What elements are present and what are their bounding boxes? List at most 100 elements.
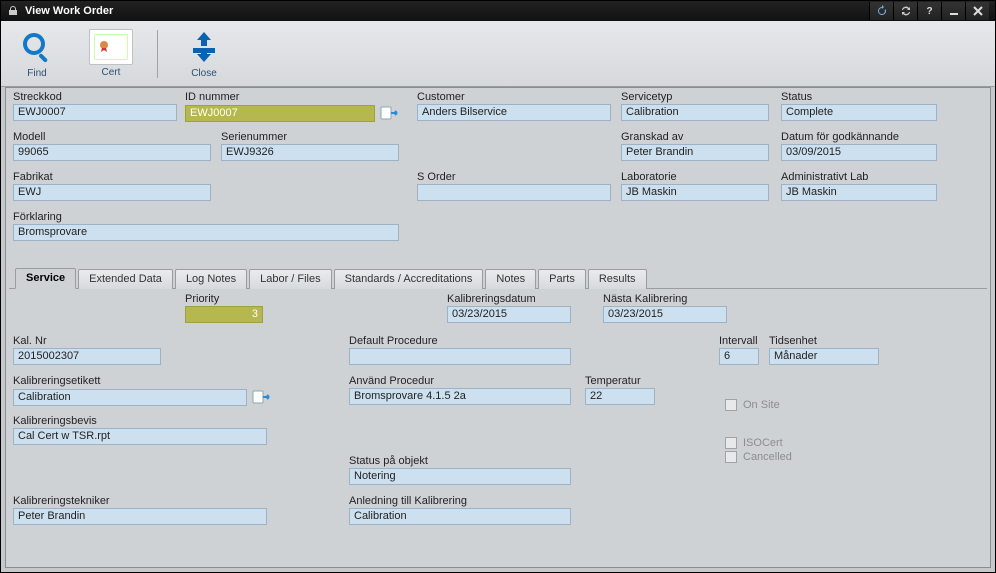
temperatur-input[interactable]: 22 [585, 388, 655, 405]
customer-label: Customer [417, 91, 611, 103]
fabrikat-label: Fabrikat [13, 171, 211, 183]
tidsenhet-label: Tidsenhet [769, 335, 879, 347]
admin-lab-label: Administrativt Lab [781, 171, 937, 183]
on-site-checkbox[interactable]: On Site [725, 399, 792, 411]
laboratorie-label: Laboratorie [621, 171, 769, 183]
close-icon [185, 28, 223, 66]
s-order-label: S Order [417, 171, 611, 183]
isocert-label: ISOCert [743, 437, 783, 449]
find-label: Find [27, 68, 46, 79]
anv-procedur-label: Använd Procedur [349, 375, 571, 387]
modell-input[interactable]: 99065 [13, 144, 211, 161]
tab-parts[interactable]: Parts [538, 269, 586, 289]
close-button[interactable]: Close [176, 28, 232, 79]
servicetyp-input[interactable]: Calibration [621, 104, 769, 121]
checkbox-icon [725, 451, 737, 463]
titlebar: View Work Order ? [1, 1, 995, 21]
laboratorie-input[interactable]: JB Maskin [621, 184, 769, 201]
tab-notes[interactable]: Notes [485, 269, 536, 289]
tab-extended-data[interactable]: Extended Data [78, 269, 173, 289]
priority-input[interactable]: 3 [185, 306, 263, 323]
kal-tekniker-input[interactable]: Peter Brandin [13, 508, 267, 525]
streckkod-label: Streckkod [13, 91, 177, 103]
cancelled-label: Cancelled [743, 451, 792, 463]
help-button[interactable]: ? [917, 2, 941, 20]
find-button[interactable]: Find [9, 28, 65, 79]
serienummer-label: Serienummer [221, 131, 399, 143]
tab-service[interactable]: Service [15, 268, 76, 289]
sync-button[interactable] [893, 2, 917, 20]
window: View Work Order ? Find Cert [0, 0, 996, 573]
tab-strip: Service Extended Data Log Notes Labor / … [9, 265, 987, 289]
tab-results[interactable]: Results [588, 269, 647, 289]
granskad-av-input[interactable]: Peter Brandin [621, 144, 769, 161]
status-input[interactable]: Complete [781, 104, 937, 121]
nasta-kal-input[interactable]: 03/23/2015 [603, 306, 727, 323]
body-area: Streckkod EWJ0007 ID nummer EWJ0007 Cust… [5, 87, 991, 568]
intervall-label: Intervall [719, 335, 759, 347]
find-icon [18, 28, 56, 66]
admin-lab-input[interactable]: JB Maskin [781, 184, 937, 201]
refresh-button[interactable] [869, 2, 893, 20]
granskad-av-label: Granskad av [621, 131, 769, 143]
forklaring-input[interactable]: Bromsprovare [13, 224, 399, 241]
status-label: Status [781, 91, 937, 103]
id-nummer-label: ID nummer [185, 91, 399, 103]
close-label: Close [191, 68, 217, 79]
on-site-label: On Site [743, 399, 780, 411]
kal-datum-input[interactable]: 03/23/2015 [447, 306, 571, 323]
anledning-label: Anledning till Kalibrering [349, 495, 571, 507]
anv-procedur-input[interactable]: Bromsprovare 4.1.5 2a [349, 388, 571, 405]
toolbar: Find Cert Close [1, 21, 995, 87]
window-title: View Work Order [25, 5, 113, 17]
serienummer-input[interactable]: EWJ9326 [221, 144, 399, 161]
window-controls: ? [869, 2, 989, 20]
streckkod-input[interactable]: EWJ0007 [13, 104, 177, 121]
forklaring-label: Förklaring [13, 211, 399, 223]
minimize-button[interactable] [941, 2, 965, 20]
cancelled-checkbox[interactable]: Cancelled [725, 451, 792, 463]
kal-etikett-input[interactable]: Calibration [13, 389, 247, 406]
service-panel: Priority 3 Kalibreringsdatum 03/23/2015 … [9, 289, 987, 559]
kal-datum-label: Kalibreringsdatum [447, 293, 571, 305]
modell-label: Modell [13, 131, 211, 143]
status-obj-input[interactable]: Notering [349, 468, 571, 485]
kal-bevis-input[interactable]: Cal Cert w TSR.rpt [13, 428, 267, 445]
tab-labor-files[interactable]: Labor / Files [249, 269, 332, 289]
id-nummer-open-icon[interactable] [379, 104, 399, 122]
customer-input[interactable]: Anders Bilservice [417, 104, 611, 121]
datum-godk-input[interactable]: 03/09/2015 [781, 144, 937, 161]
fabrikat-input[interactable]: EWJ [13, 184, 211, 201]
cert-label: Cert [102, 67, 121, 78]
temperatur-label: Temperatur [585, 375, 655, 387]
lock-icon [7, 5, 19, 17]
kal-tekniker-label: Kalibreringstekniker [13, 495, 267, 507]
tab-log-notes[interactable]: Log Notes [175, 269, 247, 289]
checkbox-icon [725, 399, 737, 411]
nasta-kal-label: Nästa Kalibrering [603, 293, 727, 305]
status-obj-label: Status på objekt [349, 455, 571, 467]
datum-godk-label: Datum för godkännande [781, 131, 937, 143]
servicetyp-label: Servicetyp [621, 91, 769, 103]
s-order-input[interactable] [417, 184, 611, 201]
tab-standards[interactable]: Standards / Accreditations [334, 269, 484, 289]
kal-nr-input[interactable]: 2015002307 [13, 348, 161, 365]
kal-bevis-label: Kalibreringsbevis [13, 415, 267, 427]
kal-etikett-open-icon[interactable] [251, 388, 271, 406]
cert-icon [89, 29, 133, 65]
toolbar-separator [157, 30, 158, 78]
kal-etikett-label: Kalibreringsetikett [13, 375, 273, 387]
intervall-input[interactable]: 6 [719, 348, 759, 365]
cert-button[interactable]: Cert [83, 29, 139, 78]
priority-label: Priority [185, 293, 263, 305]
anledning-input[interactable]: Calibration [349, 508, 571, 525]
close-window-button[interactable] [965, 2, 989, 20]
header-fields: Streckkod EWJ0007 ID nummer EWJ0007 Cust… [9, 91, 987, 261]
default-proc-label: Default Procedure [349, 335, 571, 347]
tidsenhet-input[interactable]: Månader [769, 348, 879, 365]
checkbox-icon [725, 437, 737, 449]
default-proc-input[interactable] [349, 348, 571, 365]
id-nummer-input[interactable]: EWJ0007 [185, 105, 375, 122]
kal-nr-label: Kal. Nr [13, 335, 161, 347]
isocert-checkbox[interactable]: ISOCert [725, 437, 792, 449]
